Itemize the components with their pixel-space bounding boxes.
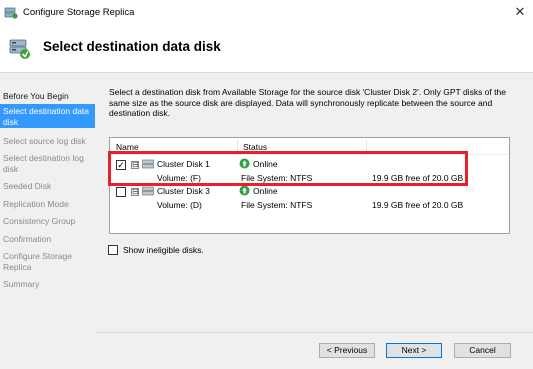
show-ineligible-label[interactable]: Show ineligible disks.: [123, 245, 204, 255]
disk-icon: [142, 186, 154, 196]
step-select-source-log-disk[interactable]: Select source log disk: [0, 136, 95, 147]
disk-2-volume: Volume: (D): [157, 200, 202, 210]
next-button[interactable]: Next >: [386, 343, 442, 358]
online-status-icon: [239, 185, 250, 196]
footer-divider: [95, 332, 533, 333]
step-replication-mode[interactable]: Replication Mode: [0, 199, 95, 210]
step-consistency-group[interactable]: Consistency Group: [0, 216, 95, 227]
step-select-destination-log-disk[interactable]: Select destination log disk: [0, 153, 95, 174]
page-header: Select destination data disk: [0, 24, 533, 72]
cancel-button[interactable]: Cancel: [454, 343, 511, 358]
window-title: Configure Storage Replica: [23, 7, 135, 18]
disk-2-status: Online: [253, 186, 278, 196]
step-select-destination-data-disk[interactable]: Select destination data disk: [0, 104, 95, 128]
step-confirmation[interactable]: Confirmation: [0, 234, 95, 245]
step-before-you-begin[interactable]: Before You Begin: [0, 91, 95, 102]
selection-highlight-annotation: [108, 151, 468, 186]
disk-2-checkbox[interactable]: [116, 187, 126, 197]
step-summary[interactable]: Summary: [0, 279, 95, 290]
show-ineligible-checkbox[interactable]: [108, 245, 118, 255]
disk-2-name[interactable]: Cluster Disk 3: [157, 186, 210, 196]
wizard-steps-sidebar: Before You Begin Select destination data…: [0, 73, 95, 369]
description-text: Select a destination disk from Available…: [109, 87, 506, 118]
disk-2-file-system: File System: NTFS: [241, 200, 313, 210]
title-bar: Configure Storage Replica ✕: [0, 0, 533, 24]
disk-2-collapse-icon[interactable]: ⊟: [131, 188, 139, 196]
storage-replica-wizard-icon: [9, 39, 30, 59]
disk-2-free-space: 19.9 GB free of 20.0 GB: [372, 200, 464, 210]
page-title: Select destination data disk: [43, 39, 221, 54]
step-seeded-disk[interactable]: Seeded Disk: [0, 181, 95, 192]
close-button[interactable]: ✕: [509, 2, 531, 22]
previous-button[interactable]: < Previous: [319, 343, 375, 358]
storage-replica-icon: [4, 7, 18, 19]
step-configure-storage-replica[interactable]: Configure Storage Replica: [0, 251, 95, 272]
